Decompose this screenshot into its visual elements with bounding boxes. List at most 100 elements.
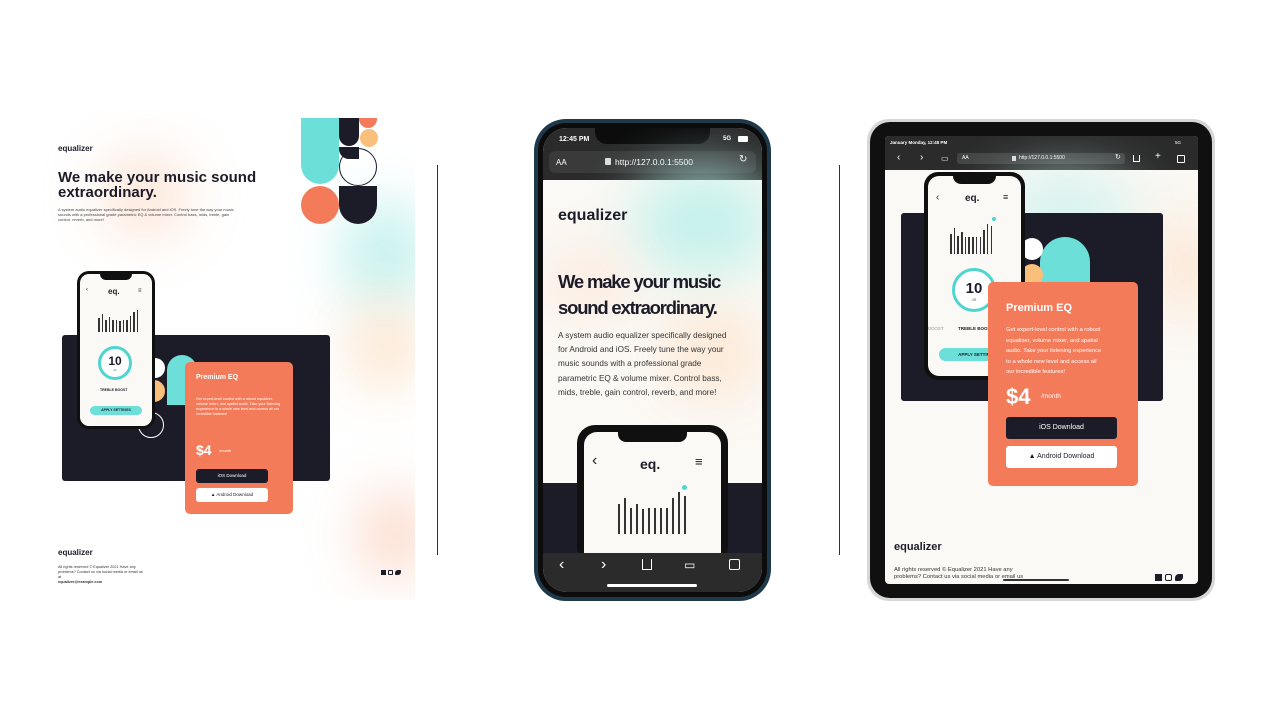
eq-bar [133,312,135,332]
desc-line: control, reverb, and more! [58,217,104,223]
lock-icon [605,158,611,165]
eq-bar [618,504,620,534]
eq-bar [950,234,952,254]
pattern-graphic [301,118,381,228]
hero-headline-line: sound extraordinary. [558,297,718,318]
peach-circle-shape [360,129,378,147]
navy-pill-shape [339,118,359,146]
home-indicator [607,584,697,587]
reader-mode-button[interactable]: AA [962,155,969,161]
eq-bar [108,317,110,332]
reload-icon[interactable]: ↻ [739,154,747,165]
facebook-icon[interactable] [381,570,386,575]
card-text-line: audio. Take your listening experience [1006,348,1102,354]
eq-bar [648,508,650,534]
status-date: January Monday, 12:48 PM [890,140,948,145]
eq-knob[interactable] [682,485,687,490]
reader-mode-button[interactable]: AA [556,158,567,167]
apply-settings-button[interactable]: APPLY SETTINGS [90,406,142,415]
android-download-label: Android Download [216,492,254,497]
instagram-icon[interactable] [1165,574,1172,581]
decor-blob [350,300,415,390]
eq-bar [672,498,674,534]
phone-screen: ‹ eq. ≡ 10 db TREBLE BOOST APPLY SETTING… [80,274,152,426]
forward-icon[interactable]: › [920,152,923,163]
footer-line: problems? Contact us via social media or… [58,570,143,574]
ios-download-label: iOS Download [217,473,247,478]
card-price-period: /month [1041,393,1061,400]
facebook-icon[interactable] [1155,574,1162,581]
section-divider [839,165,840,555]
eq-bar [624,498,626,534]
ios-download-button[interactable]: iOS Download [1006,417,1117,439]
desc-line: for Android and iOS. Freely tune the way… [558,345,724,355]
phone-notch [100,274,132,280]
footer-email-link[interactable]: equalizer@example.com [58,580,143,585]
back-icon[interactable]: ‹ [559,556,564,574]
teal-pill-shape [301,118,339,184]
android-download-button[interactable]: ▲ Android Download [1006,446,1117,468]
eq-bar [953,228,956,254]
hero-headline-line: extraordinary. [58,184,157,201]
eq-bar [112,320,114,332]
mode-option-left[interactable]: BOOST [928,326,944,331]
reload-icon[interactable]: ↻ [1115,153,1121,161]
phone-app-logo: eq. [640,456,661,472]
hero-description: A system audio equalizer specifically de… [558,329,753,400]
menu-icon[interactable]: ≡ [1003,192,1008,202]
share-icon[interactable] [642,559,652,570]
url-text[interactable]: http://127.0.0.1:5500 [1019,155,1065,161]
eq-bar [101,314,103,332]
eq-knob[interactable] [992,217,996,221]
tabs-icon[interactable] [1177,155,1185,163]
card-title: Premium EQ [1006,302,1073,314]
mobile-screen: 12:45 PM 5G AA http://127.0.0.1:5500 ↻ e… [543,128,762,592]
menu-icon[interactable]: ≡ [138,288,142,294]
eq-bar [642,509,644,534]
eq-bar [122,320,124,332]
equalizer-bars [98,308,138,332]
instagram-icon[interactable] [388,570,393,575]
coral-quarter-shape [359,118,377,128]
site-logo[interactable]: equalizer [558,207,627,225]
eq-bar [957,236,959,254]
eq-bar [986,224,989,254]
phone-app-logo: eq. [108,287,120,296]
menu-icon[interactable]: ≡ [695,454,703,469]
ios-download-button[interactable]: iOS Download [196,469,268,483]
share-icon[interactable] [1133,155,1140,162]
back-icon[interactable]: ‹ [936,192,939,203]
tabs-icon[interactable] [729,559,740,570]
premium-card: Premium EQ Get expert-level control with… [185,362,293,514]
footer-logo[interactable]: equalizer [894,541,942,553]
outline-circle-shape [339,148,377,186]
desc-line: A system audio equalizer specifically de… [558,331,727,340]
equalizer-bars [950,222,993,254]
back-icon[interactable]: ‹ [86,287,88,293]
book-icon[interactable]: ▭ [684,558,695,572]
ios-download-label: iOS Download [1039,424,1084,431]
twitter-icon[interactable] [395,570,401,575]
site-logo[interactable]: equalizer [58,144,93,153]
android-download-button[interactable]: ▲ Android Download [196,488,268,502]
desktop-view: equalizer We make your music sound extra… [40,110,415,600]
volume-dial[interactable]: 10 db [98,346,132,380]
equalizer-bars [618,492,686,534]
eq-bar [126,320,128,332]
back-icon[interactable]: ‹ [592,452,597,470]
decor-blob [360,490,415,580]
plus-icon[interactable]: + [1155,151,1161,162]
phone-app-logo: eq. [965,193,980,204]
lock-icon [1012,156,1016,161]
mode-option-center[interactable]: TREBLE BOOST [100,388,127,392]
eq-bar [136,310,138,332]
twitter-icon[interactable] [1175,574,1183,581]
back-icon[interactable]: ‹ [897,152,900,163]
eq-bar [979,237,981,254]
forward-icon[interactable]: › [601,556,606,574]
book-icon[interactable]: ▭ [941,154,949,163]
eq-bar [654,508,656,534]
footer-logo[interactable]: equalizer [58,548,93,557]
url-text[interactable]: http://127.0.0.1:5500 [615,157,693,167]
phone-notch [618,432,687,442]
